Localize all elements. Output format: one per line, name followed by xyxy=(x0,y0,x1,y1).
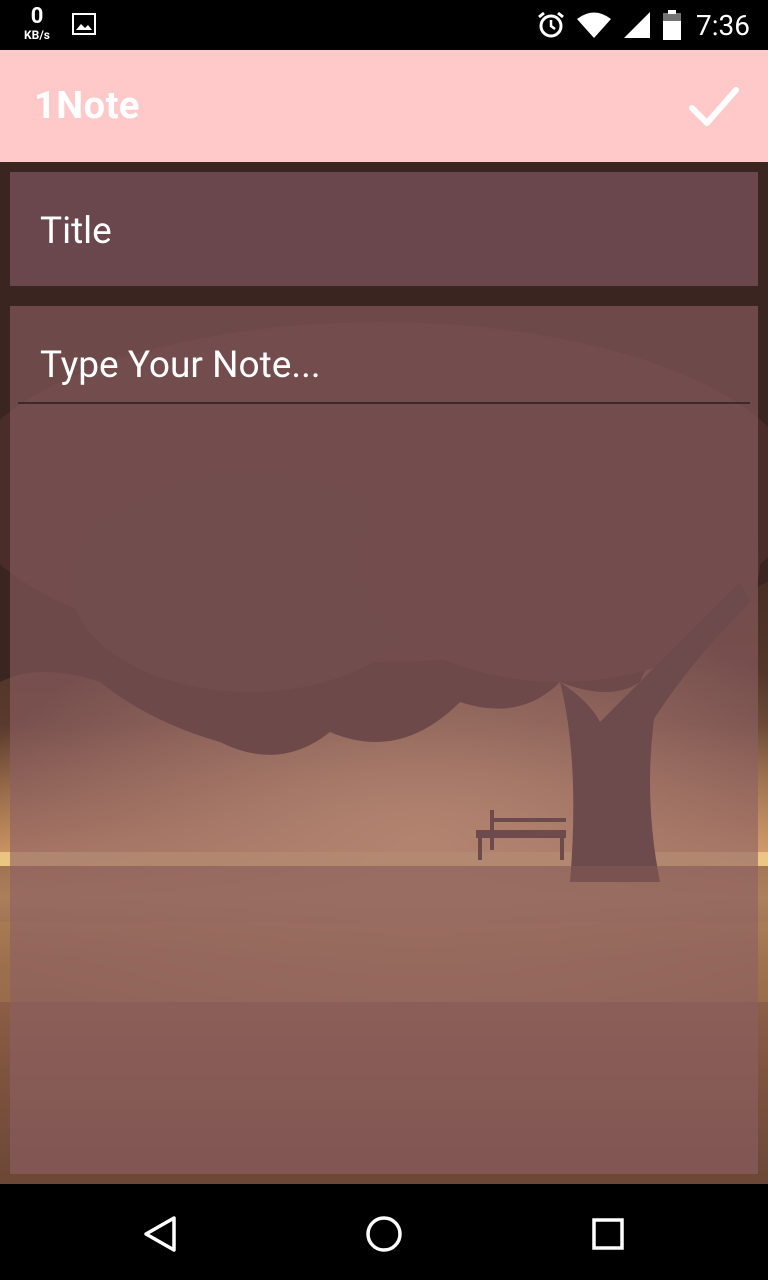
note-field-underline xyxy=(18,402,750,404)
alarm-icon xyxy=(538,11,564,38)
app-title: 1Note xyxy=(34,84,140,128)
recents-icon[interactable] xyxy=(584,1210,632,1258)
signal-icon xyxy=(624,12,650,38)
clock: 7:36 xyxy=(696,8,750,42)
navigation-bar xyxy=(0,1184,768,1280)
title-placeholder: Title xyxy=(40,210,112,253)
check-icon xyxy=(689,87,739,126)
status-bar: 0 KB/s 7:36 xyxy=(0,0,768,50)
note-card: Type Your Note... xyxy=(10,306,758,1174)
network-speed-value: 0 xyxy=(30,4,44,29)
app-bar: 1Note xyxy=(0,50,768,162)
title-field[interactable]: Title xyxy=(10,172,758,286)
home-icon[interactable] xyxy=(360,1210,408,1258)
note-field[interactable]: Type Your Note... xyxy=(40,344,321,387)
network-speed: 0 KB/s xyxy=(18,4,56,42)
wifi-icon xyxy=(577,12,611,38)
battery-icon xyxy=(663,10,681,40)
gallery-icon xyxy=(72,13,96,35)
network-speed-unit: KB/s xyxy=(24,28,50,42)
back-icon[interactable] xyxy=(136,1210,184,1258)
save-button[interactable] xyxy=(686,80,742,132)
